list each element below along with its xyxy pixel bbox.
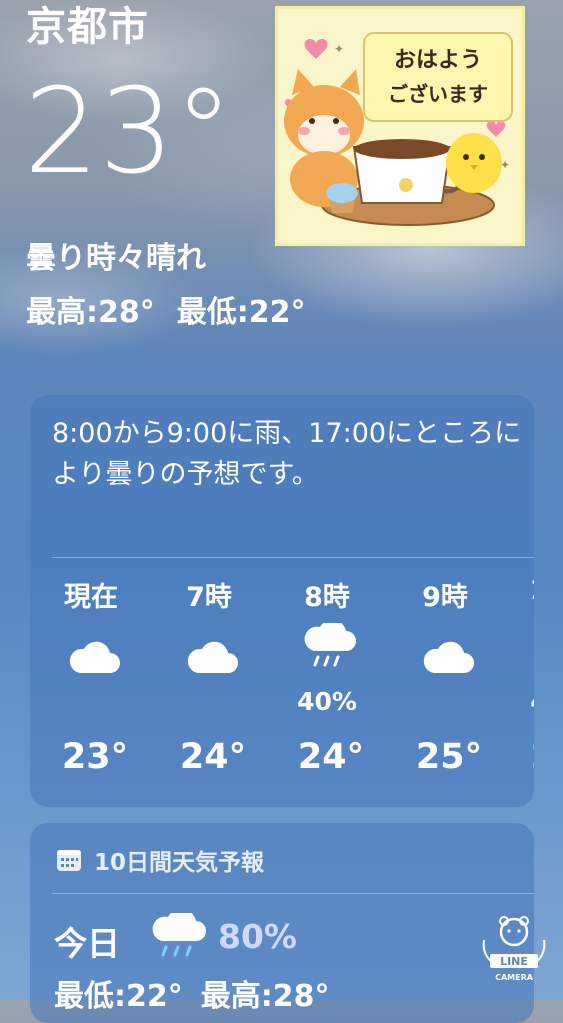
city-name: 京都市 bbox=[26, 4, 149, 50]
hour-temperature: 24° bbox=[179, 737, 247, 777]
hour-precip: 4 bbox=[480, 687, 534, 716]
cloud-icon bbox=[69, 641, 120, 673]
current-temperature: 23° bbox=[24, 62, 234, 200]
hour-label: 8時 bbox=[304, 582, 350, 613]
ten-day-title: 10日間天気予報 bbox=[94, 850, 265, 876]
hourly-strip[interactable]: 現在 23° 7時 24° 8時 40% 24° 9時 25° bbox=[30, 575, 534, 795]
forecast-summary: 8:00から9:00に雨、17:00にところにより曇りの予想です。 bbox=[52, 418, 522, 490]
day-label: 今日 bbox=[54, 924, 120, 963]
high-low-temperatures: 最高:28° 最低:22° bbox=[26, 287, 328, 331]
hour-temperature: 2 bbox=[484, 737, 534, 777]
hourly-forecast-card[interactable]: 8:00から9:00に雨、17:00にところにより曇りの予想です。 現在 23°… bbox=[30, 395, 534, 807]
watermark-line1: LINE bbox=[500, 955, 528, 968]
day-high: 最高:28° bbox=[200, 979, 330, 1014]
hour-temperature: 23° bbox=[61, 737, 129, 777]
line-camera-watermark: LINE CAMERA bbox=[482, 916, 546, 982]
watermark-line2: CAMERA bbox=[495, 973, 534, 982]
hour-precip: 40% bbox=[297, 687, 357, 716]
svg-text:✦: ✦ bbox=[334, 42, 344, 56]
weather-condition: 曇り時々晴れ bbox=[26, 241, 206, 276]
good-morning-sticker: ✦ ✦ おはよう ございます bbox=[275, 6, 525, 246]
high-temperature: 最高:28° bbox=[26, 295, 155, 330]
divider bbox=[52, 557, 534, 558]
cloud-icon bbox=[187, 641, 238, 673]
hour-label: 1 bbox=[480, 575, 534, 606]
day-low-high: 最低:22° 最高:28° bbox=[54, 971, 348, 1015]
sticker-text-1: おはよう bbox=[394, 48, 482, 73]
day-precip: 80% bbox=[218, 917, 297, 956]
ten-day-forecast-card[interactable]: 10日間天気予報 今日 80% 最低:22° 最高:28° bbox=[30, 823, 534, 1023]
rain-cloud-icon bbox=[152, 913, 206, 957]
sticker-text-2: ございます bbox=[388, 82, 488, 106]
rain-cloud-icon bbox=[304, 623, 356, 667]
ten-day-header: 10日間天気予報 bbox=[56, 843, 264, 877]
hour-label: 現在 bbox=[64, 582, 118, 613]
calendar-icon bbox=[57, 850, 81, 871]
sticker-illustration: ✦ ✦ おはよう ございます bbox=[284, 32, 513, 226]
hour-temperature: 24° bbox=[297, 737, 365, 777]
cloud-icon bbox=[423, 641, 474, 673]
hour-label: 7時 bbox=[186, 582, 232, 613]
day-low: 最低:22° bbox=[54, 979, 183, 1014]
divider bbox=[52, 893, 534, 894]
low-temperature: 最低:22° bbox=[176, 295, 306, 330]
